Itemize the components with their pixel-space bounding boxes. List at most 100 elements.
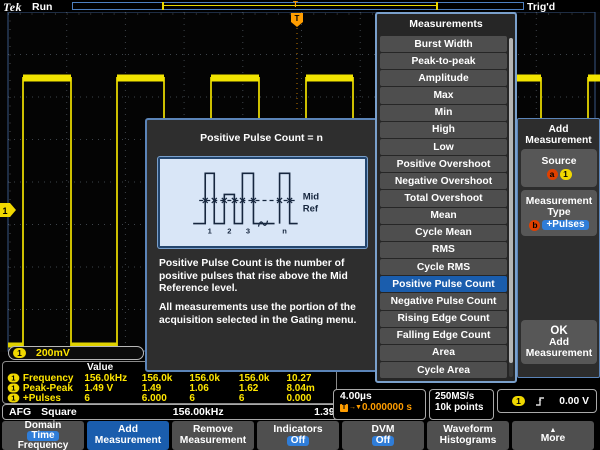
menu-item-rms[interactable]: RMS bbox=[380, 242, 507, 258]
svg-text:1: 1 bbox=[208, 227, 212, 236]
record-trigger-marker-icon[interactable]: T bbox=[293, 1, 298, 9]
menu-item-area[interactable]: Area bbox=[380, 345, 507, 361]
channel1-badge: 1 bbox=[8, 384, 20, 393]
menu-item-negative-overshoot[interactable]: Negative Overshoot bbox=[380, 173, 507, 189]
remove-measurement-button[interactable]: Remove Measurement bbox=[172, 421, 254, 450]
trigger-t-icon: T bbox=[340, 404, 348, 412]
diagram-break-symbol bbox=[258, 221, 267, 227]
table-row: 1 Peak-Peak 1.49 V 1.49 1.06 1.62 8.04m bbox=[3, 383, 336, 393]
multipurpose-a-badge: a bbox=[547, 169, 558, 180]
menu-item-peak-to-peak[interactable]: Peak-to-peak bbox=[380, 53, 507, 69]
add-measurement-side-panel: Add Measurement Source a 1 Measurement T… bbox=[517, 118, 600, 378]
add-measurement-button[interactable]: Add Measurement bbox=[87, 421, 169, 450]
afg-waveform-type: Square bbox=[41, 406, 77, 418]
svg-text:n: n bbox=[282, 227, 287, 236]
menu-item-rising-edge-count[interactable]: Rising Edge Count bbox=[380, 311, 507, 327]
measurement-min: 6 bbox=[189, 393, 239, 404]
ok-add-measurement-button[interactable]: OK Add Measurement bbox=[521, 320, 597, 364]
trigger-level: 0.00 V bbox=[559, 396, 589, 407]
trigger-flag-label: T bbox=[295, 14, 300, 23]
side-panel-title: Add Measurement bbox=[518, 124, 599, 146]
menu-item-total-overshoot[interactable]: Total Overshoot bbox=[380, 190, 507, 206]
horizontal-scale: 4.00µs bbox=[340, 391, 425, 402]
pulse-count-diagram: 1 2 3 n Mid Ref bbox=[158, 157, 367, 248]
dialog-body-text: Positive Pulse Count is the number of po… bbox=[159, 258, 377, 296]
svg-text:Mid: Mid bbox=[303, 191, 320, 202]
bottom-menu: Domain Time Frequency Add Measurement Re… bbox=[0, 421, 600, 450]
menu-item-cycle-mean[interactable]: Cycle Mean bbox=[380, 225, 507, 241]
measurement-value: 6 bbox=[84, 393, 141, 404]
table-row: 1 +Pulses 6 6.000 6 6 0.000 bbox=[3, 393, 336, 403]
measurement-max: 6 bbox=[239, 393, 287, 404]
menu-item-mean[interactable]: Mean bbox=[380, 208, 507, 224]
svg-text:Ref: Ref bbox=[303, 204, 319, 215]
menu-item-positive-pulse-count[interactable]: Positive Pulse Count bbox=[380, 276, 507, 292]
trigger-source-badge: 1 bbox=[512, 396, 525, 406]
indicators-button[interactable]: Indicators Off bbox=[257, 421, 339, 450]
menu-scrollbar[interactable] bbox=[509, 38, 513, 377]
sample-rate: 250MS/s bbox=[435, 391, 493, 402]
dvm-state: Off bbox=[372, 436, 394, 446]
menu-item-cycle-rms[interactable]: Cycle RMS bbox=[380, 259, 507, 275]
horizontal-position: 0.000000 s bbox=[362, 402, 412, 413]
zoom-window-brackets[interactable] bbox=[162, 2, 438, 10]
measurement-label: +Pulses bbox=[23, 393, 84, 404]
table-header-value: Value bbox=[87, 362, 113, 373]
measurement-type-button[interactable]: Measurement Type b +Pulses bbox=[521, 190, 597, 236]
source-channel-badge: 1 bbox=[560, 169, 572, 180]
trigger-arrow-icon: →▼ bbox=[349, 404, 361, 411]
measurement-help-dialog: Positive Pulse Count = n 1 2 3 n bbox=[145, 118, 378, 372]
measurement-type-value: +Pulses bbox=[542, 220, 588, 230]
menu-scrollbar-thumb[interactable] bbox=[509, 38, 513, 363]
channel1-marker-label: 1 bbox=[2, 206, 7, 216]
source-button[interactable]: Source a 1 bbox=[521, 149, 597, 187]
measurements-menu-title: Measurements bbox=[377, 14, 515, 33]
menu-item-cycle-area[interactable]: Cycle Area bbox=[380, 362, 507, 378]
menu-item-low[interactable]: Low bbox=[380, 139, 507, 155]
domain-value-time: Time bbox=[27, 431, 58, 441]
channel1-badge: 1 bbox=[13, 348, 26, 358]
domain-value-frequency: Frequency bbox=[18, 441, 69, 450]
measurement-mean: 6.000 bbox=[142, 393, 190, 404]
domain-button[interactable]: Domain Time Frequency bbox=[2, 421, 84, 450]
svg-text:2: 2 bbox=[227, 227, 231, 236]
menu-item-falling-edge-count[interactable]: Falling Edge Count bbox=[380, 328, 507, 344]
oscilloscope-screen: Tek Run T Trig'd bbox=[0, 0, 600, 450]
record-view-bar[interactable]: T bbox=[72, 2, 524, 10]
multipurpose-b-badge: b bbox=[529, 220, 540, 231]
dialog-title: Positive Pulse Count = n bbox=[147, 132, 376, 144]
menu-item-positive-overshoot[interactable]: Positive Overshoot bbox=[380, 156, 507, 172]
record-length: 10k points bbox=[435, 402, 493, 413]
channel1-position-marker[interactable]: 1 bbox=[0, 203, 16, 217]
measurements-menu: Measurements Burst Width Peak-to-peak Am… bbox=[375, 12, 517, 383]
afg-frequency: 156.00kHz bbox=[173, 406, 224, 418]
dialog-body-text: All measurements use the portion of the … bbox=[159, 302, 377, 327]
rising-edge-slope-icon bbox=[535, 396, 545, 407]
menu-item-max[interactable]: Max bbox=[380, 87, 507, 103]
menu-item-burst-width[interactable]: Burst Width bbox=[380, 36, 507, 52]
pulse-numbers: 1 2 3 n bbox=[208, 227, 288, 236]
dvm-button[interactable]: DVM Off bbox=[342, 421, 424, 450]
horizontal-readout[interactable]: 4.00µs T →▼ 0.000000 s bbox=[333, 389, 426, 420]
measurements-menu-items: Burst Width Peak-to-peak Amplitude Max M… bbox=[380, 36, 507, 378]
more-button[interactable]: ▲ More bbox=[512, 421, 594, 450]
svg-text:3: 3 bbox=[246, 227, 250, 236]
top-status-bar: Tek Run T Trig'd bbox=[0, 0, 600, 12]
trigger-readout[interactable]: 1 0.00 V bbox=[497, 389, 597, 413]
menu-item-high[interactable]: High bbox=[380, 122, 507, 138]
channel1-badge: 1 bbox=[8, 394, 20, 403]
table-row: 1 Frequency 156.0kHz 156.0k 156.0k 156.0… bbox=[3, 373, 336, 383]
menu-item-negative-pulse-count[interactable]: Negative Pulse Count bbox=[380, 293, 507, 309]
measurement-stdev: 0.000 bbox=[286, 393, 336, 404]
afg-readout-bar[interactable]: AFG Square 156.00kHz 1.3940 Vpp bbox=[2, 404, 378, 420]
menu-item-min[interactable]: Min bbox=[380, 105, 507, 121]
waveform-histograms-button[interactable]: Waveform Histograms bbox=[427, 421, 509, 450]
mid-ref-label: Mid Ref bbox=[303, 191, 320, 214]
channel1-scale-readout[interactable]: 1 200mV bbox=[8, 346, 144, 360]
pulse-diagram-svg: 1 2 3 n Mid Ref bbox=[160, 159, 365, 246]
channel1-scale: 200mV bbox=[36, 347, 70, 359]
indicators-state: Off bbox=[287, 436, 309, 446]
acquisition-readout[interactable]: 250MS/s 10k points bbox=[429, 389, 494, 420]
afg-label: AFG bbox=[9, 406, 31, 418]
menu-item-amplitude[interactable]: Amplitude bbox=[380, 70, 507, 86]
